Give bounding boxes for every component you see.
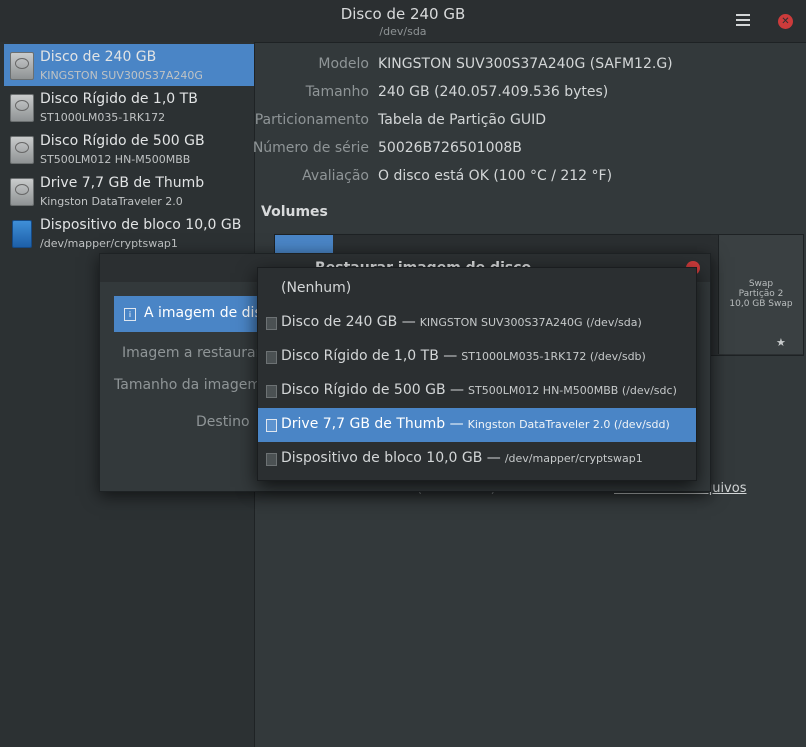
drive-model: Kingston DataTraveler 2.0 [40,195,183,208]
drive-name: Dispositivo de bloco 10,0 GB [40,217,242,233]
usb-block-icon [12,220,32,248]
drive-name: Drive 7,7 GB de Thumb [40,175,205,191]
option-label: Disco Rígido de 1,0 TB — [281,348,458,364]
option-label: Disco de 240 GB — [281,314,416,330]
option-detail: ST500LM012 HN-M500MBB (/dev/sdc) [468,384,677,397]
usb-block-icon [266,453,277,466]
sidebar-item-disk-240gb[interactable]: Disco de 240 GB KINGSTON SUV300S37A240G [4,44,254,86]
dropdown-option-sdd[interactable]: Drive 7,7 GB de Thumb — Kingston DataTrav… [258,408,696,442]
dropdown-option-sda[interactable]: Disco de 240 GB — KINGSTON SUV300S37A240G… [258,306,696,340]
option-label: Drive 7,7 GB de Thumb — [281,416,464,432]
drive-model: ST1000LM035-1RK172 [40,111,166,124]
sidebar-item-block-device[interactable]: Dispositivo de bloco 10,0 GB /dev/mapper… [4,212,254,254]
drive-model: /dev/mapper/cryptswap1 [40,237,178,250]
menu-icon[interactable] [736,14,750,26]
option-label: Disco Rígido de 500 GB — [281,382,464,398]
option-label: (Nenhum) [281,280,352,296]
model-label: Modelo [318,56,369,72]
option-detail: ST1000LM035-1RK172 (/dev/sdb) [461,350,646,363]
volumes-title: Volumes [261,204,328,220]
option-label: Dispositivo de bloco 10,0 GB — [281,450,501,466]
serial-label: Número de série [252,140,369,156]
dropdown-option-sdc[interactable]: Disco Rígido de 500 GB — ST500LM012 HN-M5… [258,374,696,408]
swap-type: Swap [748,279,774,289]
window-title: Disco de 240 GB [340,5,466,23]
dropdown-option-cryptswap[interactable]: Dispositivo de bloco 10,0 GB —/dev/mappe… [258,442,696,476]
window-subtitle: /dev/sda [379,25,427,38]
hard-disk-icon [266,317,277,330]
drive-name: Disco de 240 GB [40,49,157,65]
volume-partition-swap[interactable]: Swap Partição 2 10,0 GB Swap [718,235,803,354]
assessment-value: O disco está OK (100 °C / 212 °F) [378,168,613,184]
hard-disk-icon [266,419,277,432]
hard-disk-icon [266,351,277,364]
hard-disk-icon [266,385,277,398]
disk-image-mode-button[interactable]: i A imagem de disco [114,296,278,332]
hard-disk-icon [10,136,34,164]
option-detail: Kingston DataTraveler 2.0 (/dev/sdd) [467,418,670,431]
option-detail: /dev/mapper/cryptswap1 [504,452,643,465]
hard-disk-icon [10,94,34,122]
drive-name: Disco Rígido de 1,0 TB [40,91,198,107]
assessment-label: Avaliação [302,168,369,184]
destination-label: Destino [196,414,250,430]
dropdown-option-none[interactable]: (Nenhum) [258,272,696,306]
serial-value: 50026B726501008B [378,140,522,156]
swap-partition: Partição 2 [738,289,784,299]
model-value: KINGSTON SUV300S37A240G (SAFM12.G) [378,56,673,72]
sidebar-item-disk-500gb[interactable]: Disco Rígido de 500 GB ST500LM012 HN-M50… [4,128,254,170]
partitioning-value: Tabela de Partição GUID [378,112,547,128]
hard-disk-icon [10,178,34,206]
partitioning-label: Particionamento [254,112,369,128]
sidebar-item-disk-1tb[interactable]: Disco Rígido de 1,0 TB ST1000LM035-1RK17… [4,86,254,128]
hard-disk-icon [10,52,34,80]
title-bar: Disco de 240 GB /dev/sda ✕ [0,0,806,43]
sidebar-item-thumb-drive[interactable]: Drive 7,7 GB de Thumb Kingston DataTrave… [4,170,254,212]
option-detail: KINGSTON SUV300S37A240G (/dev/sda) [419,316,642,329]
size-value: 240 GB (240.057.409.536 bytes) [378,84,609,100]
drive-model: KINGSTON SUV300S37A240G [40,69,203,82]
disk-image-icon: i [124,308,136,321]
drive-name: Disco Rígido de 500 GB [40,133,205,149]
image-size-label: Tamanho da imagem [114,377,261,393]
drive-model: ST500LM012 HN-M500MBB [40,153,191,166]
destination-dropdown: (Nenhum) Disco de 240 GB — KINGSTON SUV30… [257,267,697,481]
close-window-button[interactable]: ✕ [778,14,793,29]
swap-size: 10,0 GB Swap [729,299,793,309]
star-icon: ★ [776,336,786,349]
size-label: Tamanho [305,84,369,100]
image-to-restore-label: Imagem a restaurar [122,345,262,361]
dropdown-option-sdb[interactable]: Disco Rígido de 1,0 TB — ST1000LM035-1RK1… [258,340,696,374]
